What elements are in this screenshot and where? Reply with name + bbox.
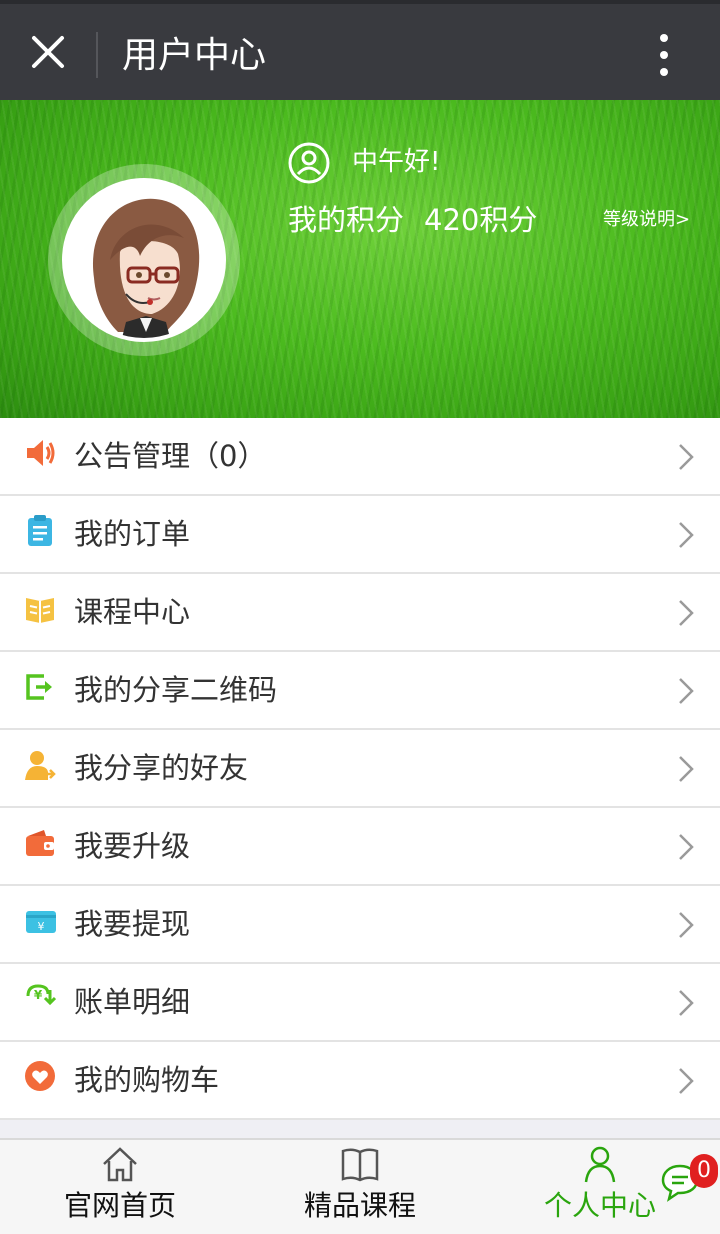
- chevron-right-icon: [679, 834, 694, 860]
- level-explanation-link[interactable]: 等级说明>: [603, 208, 690, 232]
- menu-item-label: 账单明细: [74, 985, 191, 1019]
- card-icon: ¥: [26, 911, 56, 933]
- points-label: 我的积分: [288, 203, 405, 237]
- avatar-image: [66, 182, 222, 338]
- menu-item-announcements[interactable]: 公告管理（0）: [0, 418, 720, 496]
- svg-text:¥: ¥: [38, 920, 45, 933]
- menu-item-course-center[interactable]: 课程中心: [0, 574, 720, 652]
- share-icon: [26, 674, 52, 700]
- menu-item-label: 我分享的好友: [74, 751, 249, 785]
- speaker-icon: [27, 440, 55, 466]
- chevron-right-icon: [679, 990, 694, 1016]
- person-icon: [584, 1146, 616, 1183]
- close-icon: [32, 36, 64, 68]
- clipboard-icon: [28, 515, 52, 546]
- points-value: 420积分: [424, 203, 538, 237]
- menu-item-shared-friends[interactable]: 我分享的好友: [0, 730, 720, 808]
- menu-item-label: 我的分享二维码: [74, 673, 278, 707]
- more-button[interactable]: [646, 30, 682, 80]
- menu-list: 公告管理（0） 我的订单 课程中心 我的分享二维码 我分享的好友 我要升级 ¥ …: [0, 418, 720, 1120]
- tab-home[interactable]: 官网首页: [0, 1140, 240, 1234]
- page-title: 用户中心: [122, 35, 267, 76]
- heart-icon: [25, 1061, 55, 1091]
- chevron-right-icon: [679, 522, 694, 548]
- menu-item-label: 课程中心: [74, 595, 191, 629]
- menu-item-orders[interactable]: 我的订单: [0, 496, 720, 574]
- chevron-right-icon: [679, 912, 694, 938]
- tab-courses[interactable]: 精品课程: [240, 1140, 480, 1234]
- chevron-right-icon: [679, 756, 694, 782]
- chat-badge: 0: [690, 1154, 718, 1188]
- svg-text:¥: ¥: [34, 988, 43, 1002]
- menu-item-label: 公告管理（0）: [74, 439, 267, 473]
- menu-item-share-qrcode[interactable]: 我的分享二维码: [0, 652, 720, 730]
- profile-banner: 中午好! 我的积分 420积分 等级说明>: [0, 100, 720, 418]
- chevron-right-icon: [679, 1068, 694, 1094]
- menu-item-label: 我要升级: [74, 829, 191, 863]
- menu-item-label: 我要提现: [74, 907, 191, 941]
- tab-label: 精品课程: [303, 1189, 416, 1222]
- menu-item-withdraw[interactable]: ¥ 我要提现: [0, 886, 720, 964]
- menu-item-shopping-cart[interactable]: 我的购物车: [0, 1042, 720, 1120]
- greeting-text: 中午好!: [352, 147, 441, 177]
- title-bar: 用户中心: [0, 0, 720, 100]
- book-icon: [26, 598, 54, 623]
- menu-item-bill-details[interactable]: ¥ 账单明细: [0, 964, 720, 1042]
- tab-label: 官网首页: [63, 1189, 176, 1222]
- more-vertical-icon: [660, 34, 668, 76]
- avatar[interactable]: [62, 178, 226, 342]
- wallet-icon: [26, 830, 54, 856]
- menu-item-upgrade[interactable]: 我要升级: [0, 808, 720, 886]
- title-divider: [96, 32, 98, 78]
- bottom-tab-bar: 官网首页 精品课程 个人中心 0: [0, 1138, 720, 1234]
- chevron-right-icon: [679, 600, 694, 626]
- chevron-right-icon: [679, 444, 694, 470]
- user-circle-icon: [288, 142, 330, 184]
- book-open-icon: [341, 1148, 379, 1182]
- menu-item-label: 我的订单: [74, 517, 191, 551]
- close-button[interactable]: [22, 26, 74, 78]
- home-icon: [103, 1147, 137, 1182]
- friend-icon: [25, 751, 56, 780]
- chevron-right-icon: [679, 678, 694, 704]
- yuan-icon: ¥: [26, 984, 56, 1006]
- menu-item-label: 我的购物车: [74, 1063, 220, 1097]
